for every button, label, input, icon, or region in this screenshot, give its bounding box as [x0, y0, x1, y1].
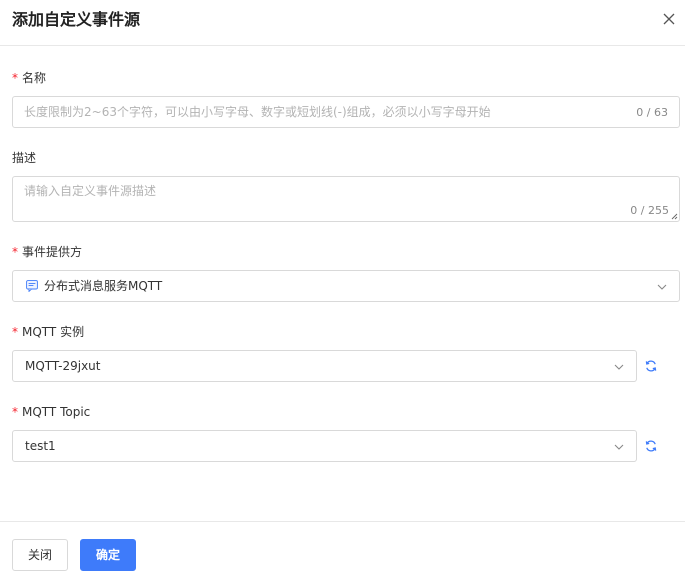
provider-value: 分布式消息服务MQTT: [44, 279, 163, 293]
close-icon: [663, 13, 675, 25]
description-placeholder: 请输入自定义事件源描述: [24, 184, 157, 198]
chevron-down-icon: [614, 444, 624, 450]
dialog-footer: 关闭 确定: [0, 521, 685, 580]
resize-handle-icon[interactable]: [671, 213, 678, 220]
description-textarea[interactable]: 请输入自定义事件源描述 0 / 255: [12, 176, 680, 222]
required-mark: *: [12, 71, 18, 85]
confirm-button[interactable]: 确定: [80, 539, 136, 571]
mqtt-instance-select[interactable]: MQTT-29jxut: [12, 350, 637, 382]
provider-label: 事件提供方: [22, 245, 83, 259]
mqtt-topic-label: MQTT Topic: [22, 405, 91, 419]
required-mark: *: [12, 245, 18, 259]
mqtt-topic-select[interactable]: test1: [12, 430, 637, 462]
mqtt-instance-value: MQTT-29jxut: [25, 359, 101, 373]
mqtt-instance-label: MQTT 实例: [22, 325, 85, 339]
name-label-row: * 名称: [12, 70, 46, 86]
dialog-title: 添加自定义事件源: [12, 10, 141, 29]
provider-label-row: * 事件提供方: [12, 244, 82, 260]
name-input-placeholder: 长度限制为2~63个字符，可以由小写字母、数字或短划线(-)组成，必须以小写字母…: [24, 105, 491, 119]
chevron-down-icon: [614, 364, 624, 370]
required-mark: *: [12, 325, 18, 339]
add-event-source-dialog: 添加自定义事件源 * 名称 长度限制为2~63个字符，可以由小写字母、数字或短划线…: [0, 0, 685, 580]
message-service-icon: [26, 280, 38, 292]
mqtt-instance-label-row: * MQTT 实例: [12, 324, 84, 340]
description-label: 描述: [12, 151, 37, 165]
refresh-instance-icon[interactable]: [644, 359, 658, 373]
name-input[interactable]: 长度限制为2~63个字符，可以由小写字母、数字或短划线(-)组成，必须以小写字母…: [12, 96, 680, 128]
name-label: 名称: [22, 71, 47, 85]
name-char-counter: 0 / 63: [636, 106, 668, 119]
close-dialog-button[interactable]: 关闭: [12, 539, 68, 571]
mqtt-topic-label-row: * MQTT Topic: [12, 404, 90, 420]
refresh-topic-icon[interactable]: [644, 439, 658, 453]
chevron-down-icon: [657, 284, 667, 290]
provider-select[interactable]: 分布式消息服务MQTT: [12, 270, 680, 302]
description-char-counter: 0 / 255: [630, 204, 669, 217]
required-mark: *: [12, 405, 18, 419]
dialog-header: 添加自定义事件源: [0, 0, 685, 46]
close-button[interactable]: [659, 9, 679, 29]
mqtt-topic-value: test1: [25, 439, 56, 453]
